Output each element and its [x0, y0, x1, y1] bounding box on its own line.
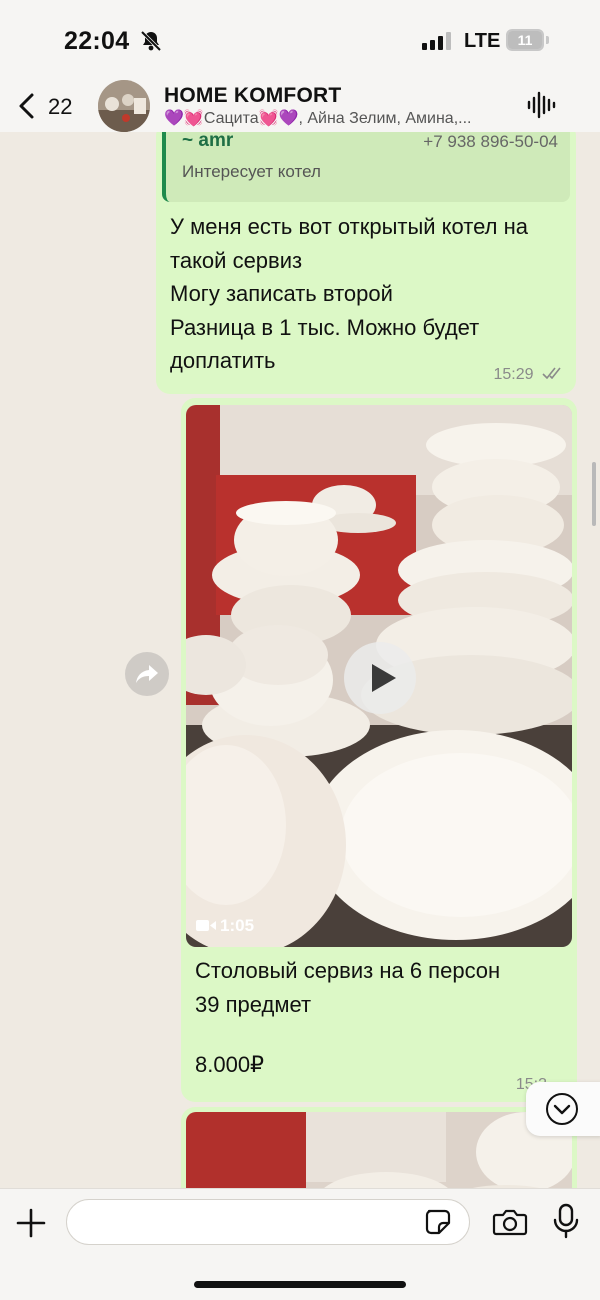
- bell-muted-icon: [140, 30, 162, 57]
- video-caption: Столовый сервиз на 6 персон 39 предмет: [195, 954, 565, 1022]
- play-button[interactable]: [344, 642, 416, 714]
- price-text: 8.000₽: [195, 1052, 265, 1077]
- tableware-photo: [186, 1112, 572, 1188]
- duration-text: 1:05: [220, 916, 255, 936]
- video-thumbnail[interactable]: 1:05: [186, 405, 572, 947]
- unread-count[interactable]: 22: [48, 94, 72, 120]
- chevron-down-circle-icon: [546, 1093, 578, 1125]
- battery-icon: 11: [506, 29, 544, 51]
- forward-button[interactable]: [125, 652, 169, 696]
- message-line: Разница в 1 тыс. Можно будет: [170, 314, 480, 340]
- chat-members: 💜💓Сацита💓💜, Айна Зелим, Амина,...: [164, 110, 472, 127]
- camera-icon[interactable]: [492, 1207, 528, 1242]
- battery-nub: [546, 36, 549, 44]
- caption-line: Столовый сервиз на 6 персон: [195, 958, 501, 983]
- attach-plus-icon[interactable]: [14, 1206, 48, 1245]
- play-icon: [372, 664, 396, 692]
- outgoing-message-video[interactable]: 1:05 Столовый сервиз на 6 персон 39 пред…: [181, 398, 577, 1102]
- caption-line: 39 предмет: [195, 992, 312, 1017]
- status-time: 22:04: [64, 27, 130, 55]
- quote-text: Интересует котел: [182, 162, 321, 181]
- forward-arrow-icon: [136, 665, 158, 683]
- video-camera-icon: [196, 917, 216, 937]
- message-text: У меня есть вот открытый котел на такой …: [170, 210, 570, 378]
- back-chevron-icon[interactable]: [16, 92, 38, 125]
- network-type: LTE: [464, 30, 501, 52]
- message-line: У меня есть вот открытый котел на: [170, 214, 528, 239]
- message-line: такой сервиз: [170, 247, 303, 273]
- message-line: Могу записать второй: [170, 281, 393, 306]
- group-avatar[interactable]: [98, 80, 150, 132]
- message-time-text: 15:29: [493, 366, 534, 383]
- scrollbar[interactable]: [592, 462, 596, 526]
- signal-icon: [422, 32, 454, 55]
- video-duration: 1:05: [196, 916, 254, 937]
- chat-title[interactable]: HOME KOMFORT: [164, 84, 341, 108]
- home-indicator[interactable]: [194, 1281, 406, 1288]
- video-thumbnail[interactable]: [186, 1112, 572, 1188]
- chat-header: 22 HOME KOMFORT 💜💓Сацита💓💜, Айна Зелим, …: [0, 80, 600, 132]
- quote-author: ~ amr: [182, 132, 234, 151]
- message-input[interactable]: [66, 1199, 470, 1245]
- quoted-message[interactable]: ~ amr +7 938 896-50-04 Интересует котел: [162, 132, 570, 202]
- battery-level: 11: [508, 31, 542, 49]
- scroll-to-bottom-button[interactable]: [526, 1082, 600, 1136]
- status-bar: 22:04 LTE 11: [0, 0, 600, 80]
- read-ticks-icon: [542, 366, 564, 384]
- outgoing-message-reply[interactable]: ~ amr +7 938 896-50-04 Интересует котел …: [156, 132, 576, 394]
- microphone-icon[interactable]: [552, 1203, 580, 1244]
- audio-call-waveform-icon[interactable]: [526, 90, 556, 125]
- quote-phone: +7 938 896-50-04: [423, 132, 558, 151]
- chat-messages[interactable]: ~ amr +7 938 896-50-04 Интересует котел …: [0, 132, 600, 1188]
- composer-bar: [0, 1188, 600, 1300]
- outgoing-message-video-partial[interactable]: [181, 1107, 577, 1188]
- sticker-icon[interactable]: [424, 1208, 452, 1241]
- message-time: 15:29: [494, 366, 565, 384]
